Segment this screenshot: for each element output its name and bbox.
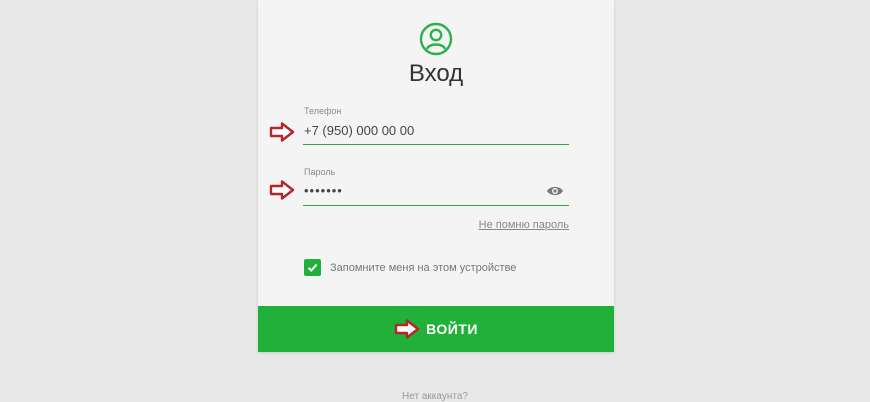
no-account-text[interactable]: Нет аккаунта? <box>0 391 870 402</box>
phone-label: Телефон <box>304 106 342 116</box>
phone-field-underline <box>303 144 569 145</box>
page-title: Вход <box>408 60 464 87</box>
login-card: Вход Телефон +7 (950) 000 00 00 Пароль •… <box>258 0 614 352</box>
arrow-right-icon <box>394 319 420 339</box>
login-button-label: ВОЙТИ <box>426 321 478 337</box>
remember-label: Запомните меня на этом устройстве <box>330 262 517 274</box>
login-button[interactable]: ВОЙТИ <box>258 306 614 352</box>
password-field[interactable]: ••••••• <box>304 183 343 198</box>
remember-checkbox[interactable] <box>304 259 321 276</box>
forgot-password-link[interactable]: Не помню пароль <box>479 219 569 231</box>
phone-field[interactable]: +7 (950) 000 00 00 <box>304 123 414 138</box>
arrow-right-icon <box>269 180 295 200</box>
password-label: Пароль <box>304 167 336 177</box>
user-circle-icon <box>419 22 453 56</box>
check-icon <box>307 263 318 272</box>
arrow-right-icon <box>269 122 295 142</box>
eye-icon[interactable] <box>546 184 564 198</box>
password-field-underline <box>303 205 569 206</box>
